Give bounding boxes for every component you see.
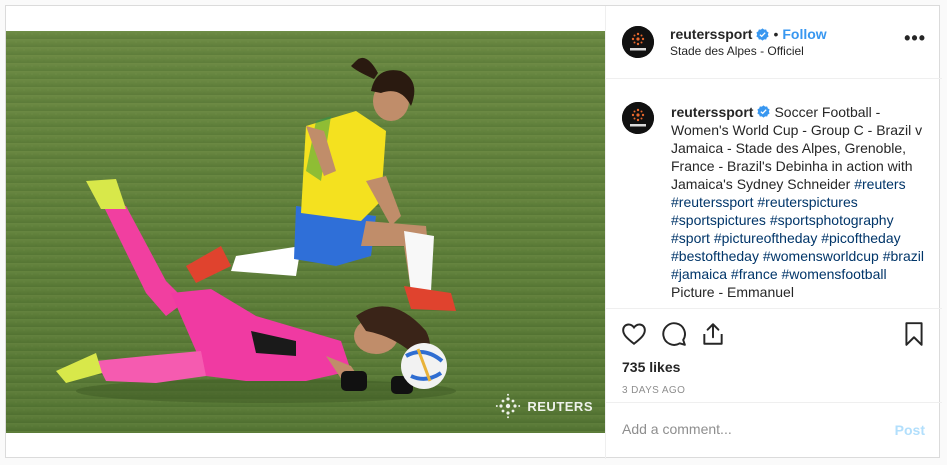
post-photo[interactable]: REUTERS <box>6 31 605 433</box>
caption-username-link[interactable]: reuterssport <box>671 104 753 120</box>
avatar[interactable] <box>622 26 654 58</box>
comment-box: Post <box>606 402 942 459</box>
verified-badge-icon <box>757 105 771 118</box>
bookmark-icon[interactable] <box>901 321 927 347</box>
share-icon[interactable] <box>700 321 726 347</box>
hashtag-link[interactable]: #bestoftheday <box>671 248 759 264</box>
reuters-watermark: REUTERS <box>495 393 593 419</box>
caption-avatar[interactable] <box>622 102 654 134</box>
hashtag-link[interactable]: #sportspictures <box>671 212 766 228</box>
hashtag-link[interactable]: #sport <box>671 230 710 246</box>
post-header: reuterssport • Follow Stade des Alpes - … <box>606 6 942 79</box>
post-comment-button[interactable]: Post <box>895 422 925 438</box>
follow-button[interactable]: Follow <box>782 26 826 42</box>
reuters-avatar-icon <box>622 26 654 58</box>
hashtag-link[interactable]: #picoftheday <box>821 230 900 246</box>
post-timestamp[interactable]: 3 DAYS AGO <box>622 385 685 396</box>
hashtag-link[interactable]: #reuterspictures <box>757 194 857 210</box>
comment-input[interactable] <box>622 421 882 437</box>
hashtag-link[interactable]: #brazil <box>883 248 924 264</box>
location-link[interactable]: Stade des Alpes - Officiel <box>670 44 804 58</box>
header-line: reuterssport • Follow <box>670 26 827 42</box>
verified-badge-icon <box>756 27 770 41</box>
heart-icon[interactable] <box>621 321 647 347</box>
more-dots-icon[interactable]: ••• <box>904 29 926 47</box>
hashtag-link[interactable]: #jamaica <box>671 266 727 282</box>
hashtag-link[interactable]: #reuters <box>854 176 905 192</box>
caption-trailing: Picture - Emmanuel <box>671 284 794 300</box>
post-side-panel: reuterssport • Follow Stade des Alpes - … <box>605 6 942 459</box>
hashtag-link[interactable]: #pictureoftheday <box>714 230 818 246</box>
hashtag-link[interactable]: #womensfootball <box>782 266 887 282</box>
watermark-text: REUTERS <box>527 398 593 414</box>
hashtag-link[interactable]: #sportsphotography <box>770 212 894 228</box>
hashtag-link[interactable]: #womensworldcup <box>763 248 879 264</box>
action-bar: 735 likes 3 DAYS AGO <box>606 308 942 412</box>
hashtag-link[interactable]: #france <box>731 266 778 282</box>
post-card: REUTERS reuterssport • Follow Stade des … <box>5 5 942 459</box>
caption-area: reuterssport Soccer Football - Women's W… <box>606 80 942 308</box>
header-separator: • <box>773 26 779 42</box>
reuters-logo-icon <box>496 393 521 419</box>
soccer-tackle-photo <box>6 31 605 433</box>
username-link[interactable]: reuterssport <box>670 26 752 42</box>
caption-text: reuterssport Soccer Football - Women's W… <box>671 103 931 301</box>
hashtag-link[interactable]: #reuterssport <box>671 194 753 210</box>
likes-count[interactable]: 735 likes <box>622 359 680 375</box>
comment-icon[interactable] <box>661 321 687 347</box>
reuters-avatar-icon <box>622 102 654 134</box>
